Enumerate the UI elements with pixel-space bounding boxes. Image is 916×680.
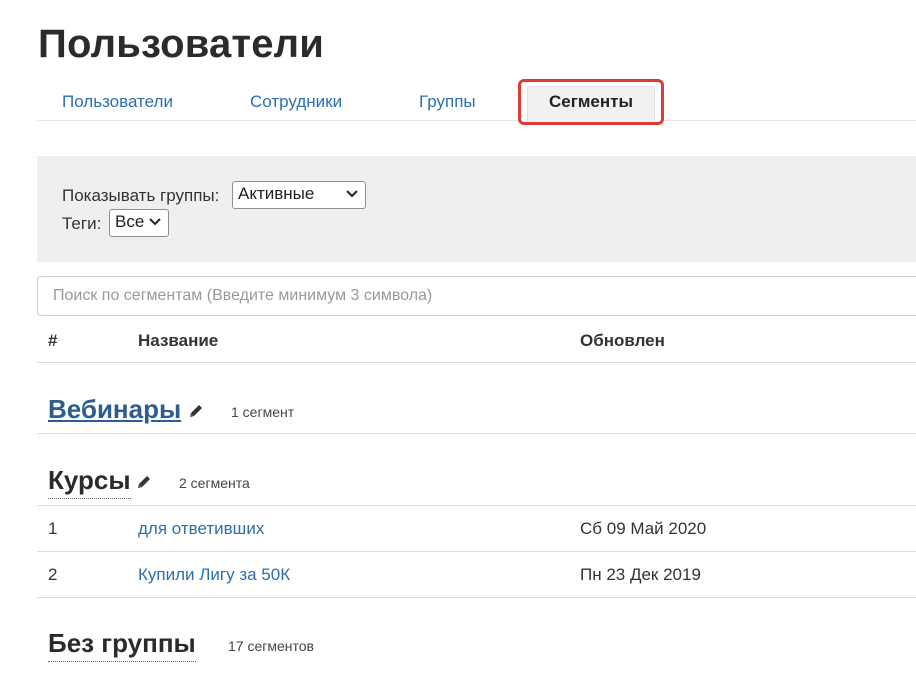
pencil-icon[interactable] (188, 403, 204, 419)
group-title-webinars[interactable]: Вебинары (48, 394, 181, 427)
tags-filter-value: Все (115, 212, 145, 231)
groups-filter-label: Показывать группы: (62, 186, 220, 205)
tabs-bar: Пользователи Сотрудники Группы Сегменты (37, 78, 916, 125)
tab-users[interactable]: Пользователи (62, 92, 173, 112)
column-header-updated: Обновлен (580, 331, 665, 350)
group-title-courses[interactable]: Курсы (48, 465, 131, 499)
chevron-down-icon (345, 182, 359, 213)
page-title: Пользователи (38, 22, 325, 66)
divider (37, 551, 916, 552)
group-count: 2 сегмента (179, 475, 250, 491)
column-header-number: # (48, 331, 58, 350)
divider (37, 362, 916, 363)
divider (37, 505, 916, 506)
column-header-name: Название (138, 331, 219, 350)
segment-search-input[interactable]: Поиск по сегментам (Введите минимум 3 си… (37, 276, 916, 316)
segment-link[interactable]: Купили Лигу за 50К (138, 565, 290, 585)
row-number: 2 (48, 565, 58, 584)
segment-link[interactable]: для ответивших (138, 519, 264, 539)
group-title-no-group[interactable]: Без группы (48, 628, 196, 662)
tab-groups[interactable]: Группы (419, 92, 476, 112)
divider (37, 433, 916, 434)
chevron-down-icon (148, 210, 162, 241)
tab-segments-highlight: Сегменты (518, 79, 664, 125)
group-count: 1 сегмент (231, 404, 295, 420)
groups-filter-value: Активные (238, 184, 315, 203)
row-updated: Сб 09 Май 2020 (580, 519, 707, 538)
groups-filter-select[interactable]: Активные (232, 181, 366, 209)
divider (37, 597, 916, 598)
tags-filter-label: Теги: (62, 214, 102, 233)
pencil-icon[interactable] (136, 474, 152, 490)
tab-employees[interactable]: Сотрудники (250, 92, 342, 112)
filter-panel: Показывать группы: Активные Теги: Все (37, 156, 916, 262)
row-updated: Пн 23 Дек 2019 (580, 565, 701, 584)
tags-filter-select[interactable]: Все (109, 209, 169, 237)
row-number: 1 (48, 519, 58, 538)
tab-segments[interactable]: Сегменты (527, 86, 655, 122)
group-count: 17 сегментов (228, 638, 314, 654)
